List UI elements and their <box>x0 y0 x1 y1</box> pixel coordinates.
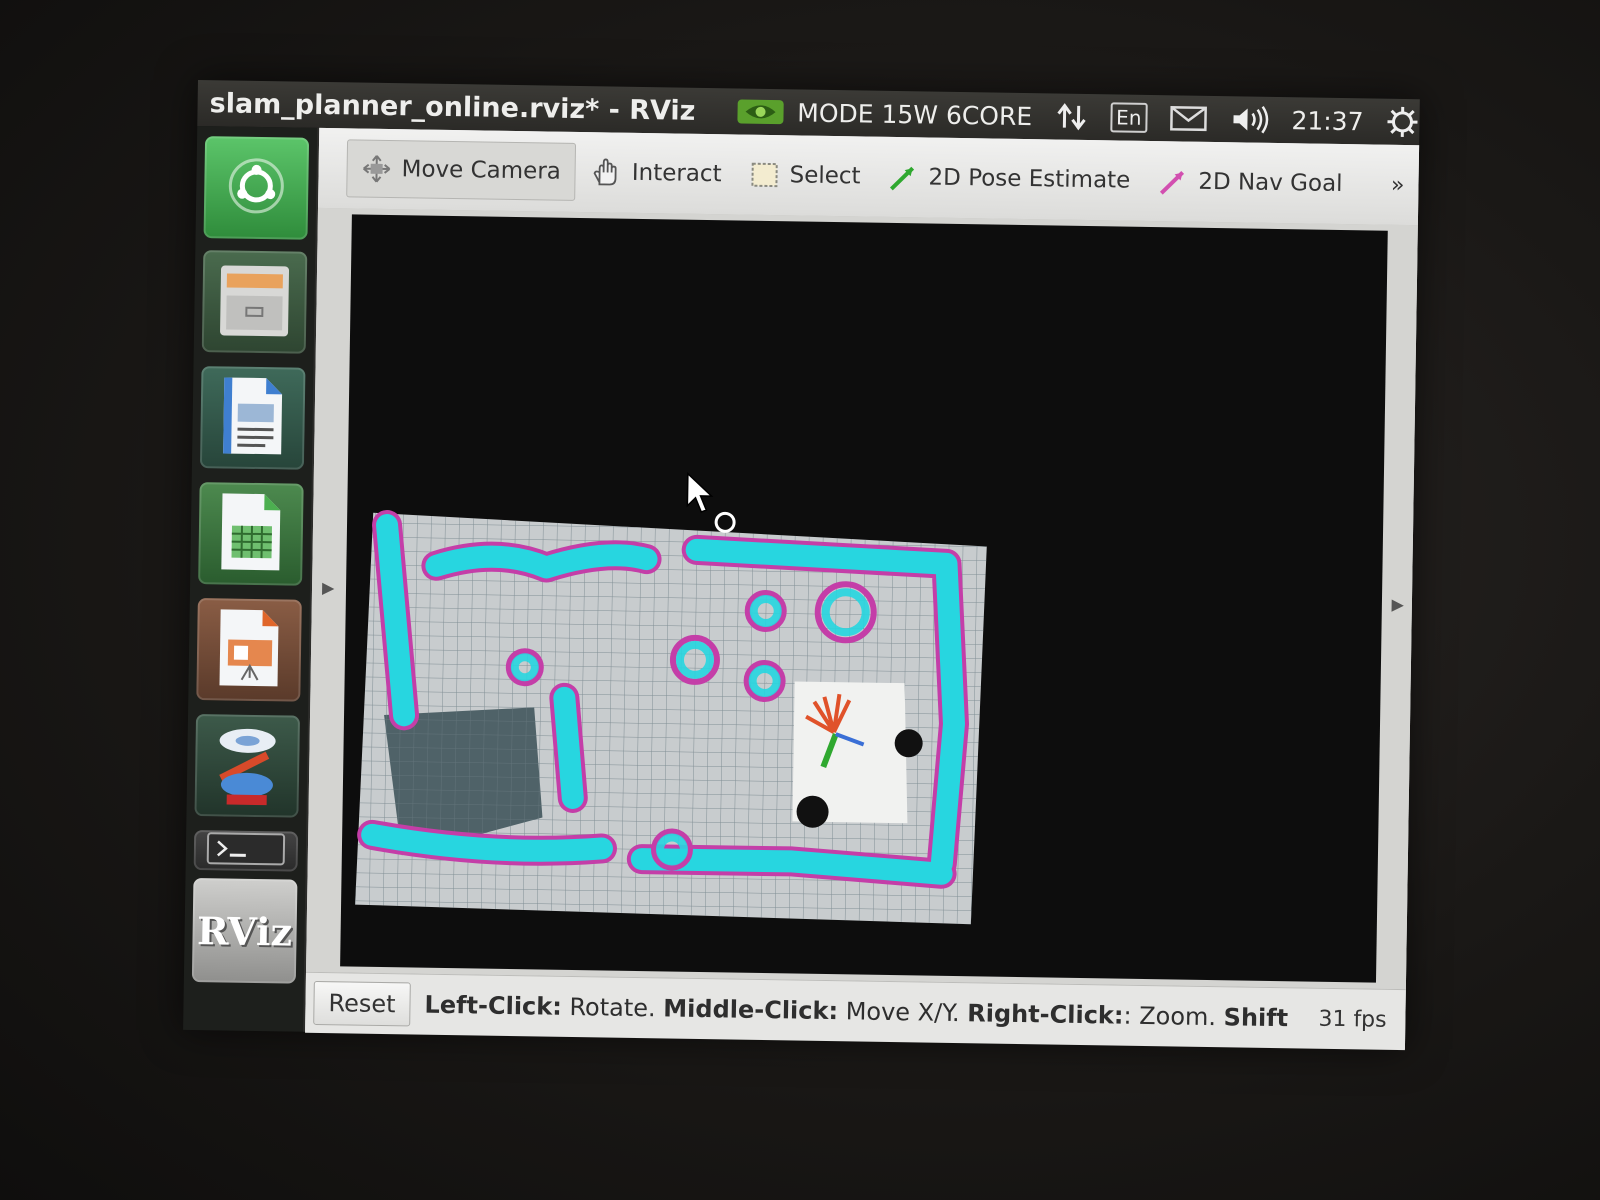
window-title: slam_planner_online.rviz* - RViz <box>209 87 696 127</box>
tool-select[interactable]: Select <box>735 146 875 204</box>
clock[interactable]: 21:37 <box>1291 106 1363 136</box>
file-cabinet-icon <box>216 259 293 344</box>
pink-arrow-icon <box>1158 166 1188 196</box>
launcher-item-software-center[interactable] <box>194 714 301 818</box>
hint-left-click-action: Rotate. <box>561 992 664 1023</box>
tool-2d-pose-estimate[interactable]: 2D Pose Estimate <box>874 149 1145 209</box>
tool-label: Select <box>789 162 861 190</box>
hand-icon <box>590 156 622 188</box>
calc-spreadsheet-icon <box>215 489 286 578</box>
mail-icon[interactable] <box>1169 104 1207 133</box>
screen: slam_planner_online.rviz* - RViz MODE 15… <box>183 80 1420 1051</box>
mouse-help-text: Left-Click: Rotate. Middle-Click: Move X… <box>424 991 1314 1033</box>
collapse-left-panel-button[interactable]: ▶ <box>322 578 335 597</box>
render-panel-frame: ▶ ▶ <box>306 207 1418 990</box>
3d-render-viewport[interactable] <box>340 214 1388 983</box>
select-box-icon <box>749 160 779 190</box>
impress-presentation-icon <box>213 605 284 694</box>
hint-middle-click-action: Move X/Y. <box>837 997 968 1028</box>
launcher-item-calc[interactable] <box>198 482 304 586</box>
tool-interact[interactable]: Interact <box>575 144 736 203</box>
network-arrows-icon[interactable] <box>1054 99 1089 134</box>
fps-counter: 31 fps <box>1318 1006 1387 1033</box>
green-arrow-icon <box>888 162 918 192</box>
tool-move-camera[interactable]: Move Camera <box>346 139 577 201</box>
costmap-render <box>355 472 987 925</box>
hint-shift-key: Shift <box>1223 1003 1289 1033</box>
power-mode-indicator[interactable]: MODE 15W 6CORE <box>797 98 1032 131</box>
tool-label: 2D Pose Estimate <box>928 164 1131 194</box>
move-camera-icon <box>361 154 391 184</box>
tool-label: Interact <box>631 159 722 188</box>
keyboard-layout-indicator[interactable]: En <box>1109 102 1148 133</box>
terminal-icon <box>206 831 287 870</box>
launcher-item-terminal[interactable] <box>193 830 299 872</box>
mouse-pointer-icon <box>686 472 736 533</box>
launcher-item-files[interactable] <box>201 250 308 354</box>
ubuntu-logo-icon <box>226 155 287 220</box>
launcher-item-impress[interactable] <box>196 598 302 702</box>
volume-icon[interactable] <box>1229 103 1269 136</box>
tool-label: 2D Nav Goal <box>1198 168 1343 197</box>
rviz-window: Move Camera Interact Select 2D Pose Esti… <box>305 127 1420 1051</box>
hint-right-click-action: : Zoom. <box>1123 1001 1224 1032</box>
nvidia-logo-icon[interactable] <box>735 96 785 127</box>
launcher-item-writer[interactable] <box>199 366 306 470</box>
power-gear-icon[interactable] <box>1385 105 1420 140</box>
writer-document-icon <box>217 373 288 462</box>
collapse-right-panel-button[interactable]: ▶ <box>1391 595 1404 614</box>
toolbar-overflow-button[interactable]: » <box>1391 172 1405 197</box>
keyboard-layout-label: En <box>1109 102 1148 133</box>
launcher-item-rviz[interactable]: RViz <box>191 878 298 984</box>
reset-view-button[interactable]: Reset <box>313 980 411 1027</box>
unity-launcher: RViz <box>183 125 320 1032</box>
hint-left-click-key: Left-Click: <box>424 990 563 1021</box>
stacked-app-icon <box>206 718 287 813</box>
tool-label: Move Camera <box>401 156 562 185</box>
tool-2d-nav-goal[interactable]: 2D Nav Goal <box>1144 153 1357 212</box>
hint-middle-click-key: Middle-Click: <box>663 994 839 1026</box>
rviz-icon: RViz <box>196 907 293 955</box>
launcher-item-dash-home[interactable] <box>203 136 310 240</box>
hint-right-click-key: Right-Click: <box>967 999 1124 1030</box>
